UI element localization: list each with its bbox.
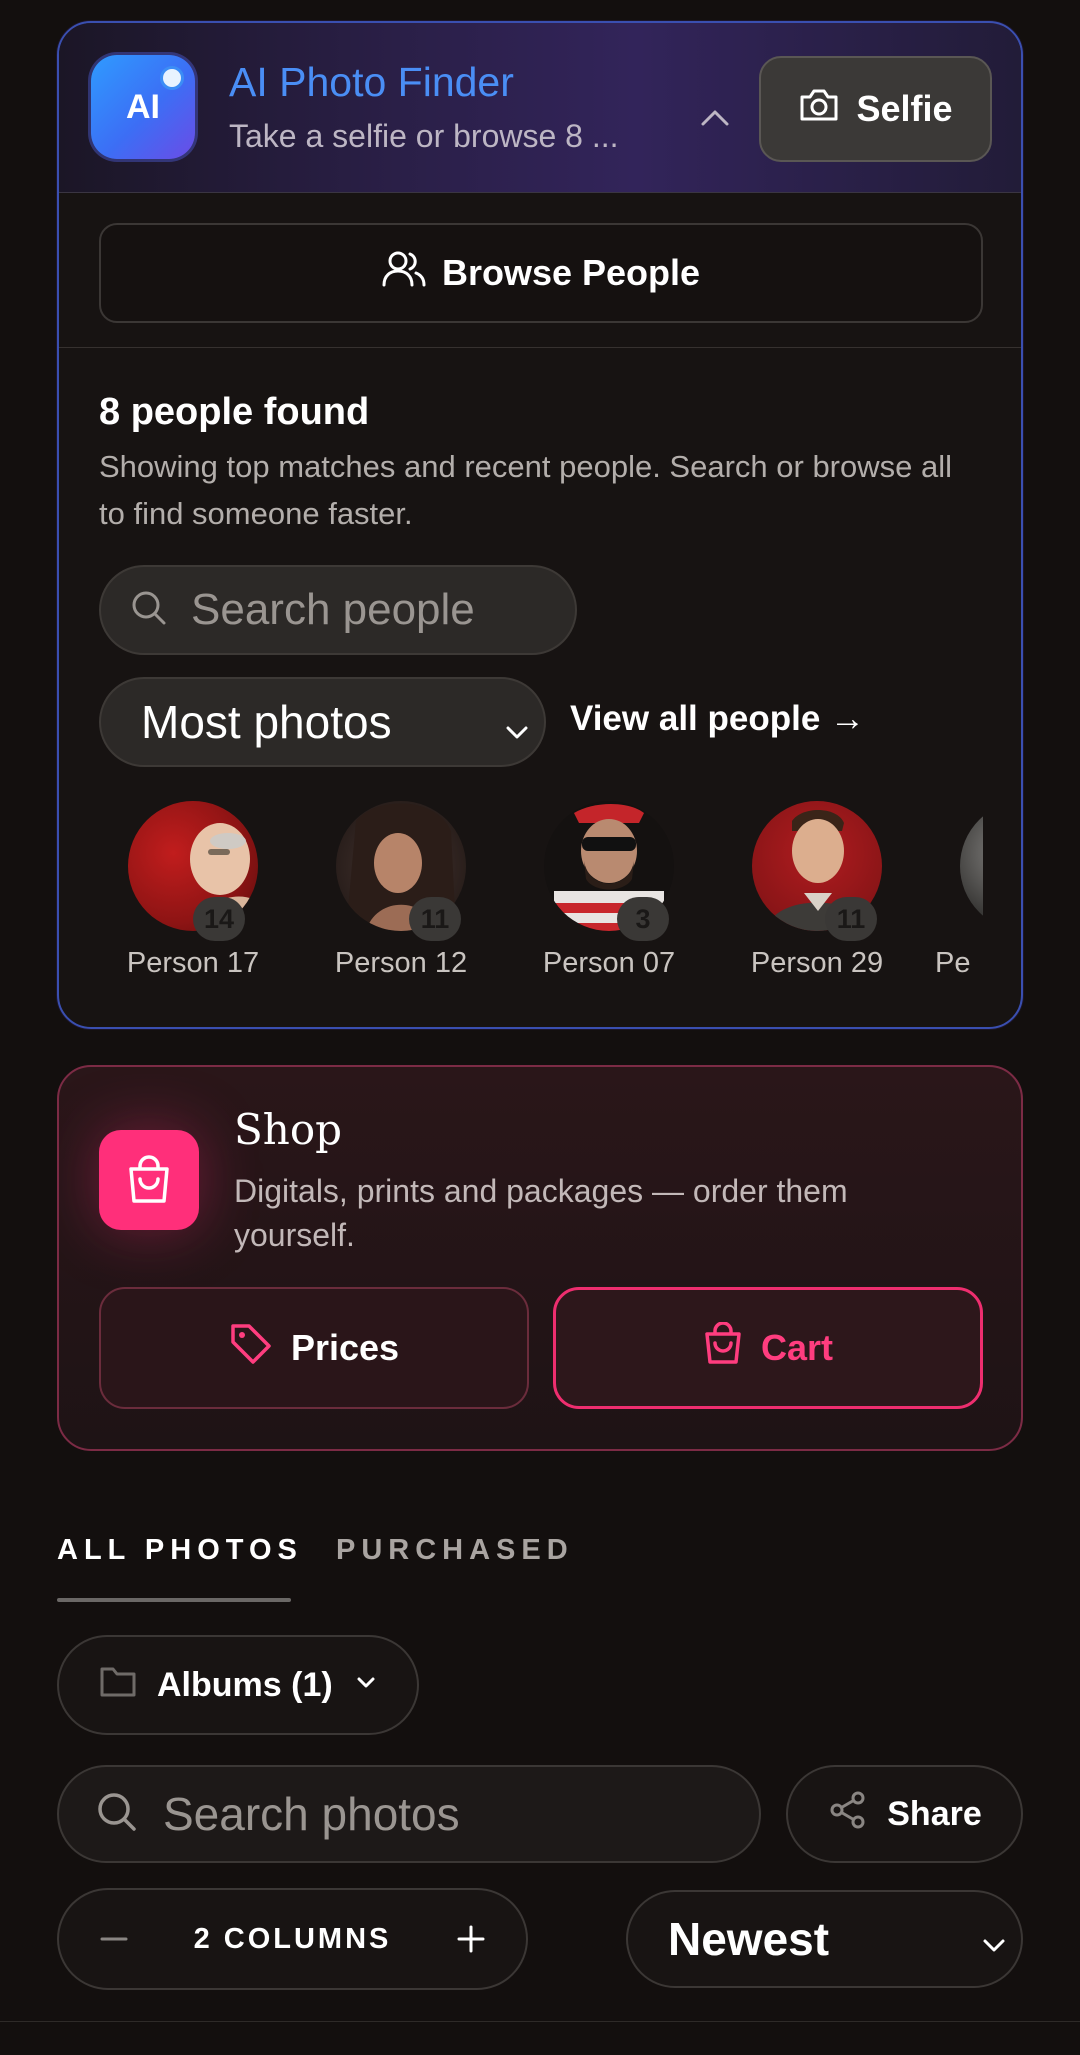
search-icon [129,588,169,633]
ai-finder-header[interactable]: AI AI Photo Finder Take a selfie or brow… [59,23,1021,193]
shopping-bag-icon [99,1130,199,1230]
people-sort-select[interactable]: Most photos [99,677,546,767]
photo-count-badge: 3 [617,897,669,941]
folder-icon [99,1664,137,1707]
selfie-button[interactable]: Selfie [759,56,992,162]
tab-all-photos[interactable]: ALL PHOTOS [57,1534,303,1567]
columns-stepper: 2 COLUMNS [57,1888,528,1990]
cart-button[interactable]: Cart [553,1287,983,1409]
cart-label: Cart [760,1327,834,1368]
share-icon [827,1789,869,1840]
tab-purchased[interactable]: PURCHASED [336,1534,574,1567]
person-item[interactable]: 11 Person 12 [311,801,491,980]
photo-order-select[interactable]: Newest [626,1890,1023,1988]
browse-people-label: Browse People [441,252,701,293]
view-all-people-link[interactable]: View all people → [570,699,865,739]
person-name: Person 07 [542,947,676,979]
collapse-chevron-up-icon[interactable] [691,93,739,141]
albums-label: Albums (1) [157,1665,333,1704]
divider [0,2021,1080,2022]
people-found-title: 8 people found [99,391,370,433]
albums-dropdown[interactable]: Albums (1) [57,1635,419,1735]
person-item[interactable]: 3 Person 07 [519,801,699,980]
chevron-down-icon [977,1920,1011,1974]
shop-description: Digitals, prints and packages — order th… [234,1173,848,1253]
ai-finder-title: AI Photo Finder [229,59,514,105]
people-sort-value: Most photos [141,696,392,748]
shop-title: Shop [234,1105,342,1154]
shopping-bag-icon [703,1320,743,1375]
people-icon [382,249,426,298]
person-name: Person 29 [750,947,884,979]
person-name: Person 17 [126,947,260,979]
search-icon [95,1790,139,1839]
photo-count-badge: 14 [193,897,245,941]
share-button[interactable]: Share [786,1765,1023,1863]
prices-label: Prices [290,1327,400,1368]
share-label: Share [887,1794,982,1833]
ai-photo-finder-card: AI AI Photo Finder Take a selfie or brow… [57,21,1023,1029]
ai-logo-text: AI [126,87,160,126]
people-search-input[interactable] [191,585,531,635]
selfie-label: Selfie [856,88,953,129]
person-name: Person 12 [334,947,468,979]
browse-people-button[interactable]: Browse People [99,223,983,323]
chevron-down-icon [353,1666,379,1705]
people-search-field[interactable] [99,565,577,655]
photo-count-badge: 11 [825,897,877,941]
people-found-description: Showing top matches and recent people. S… [99,449,952,531]
camera-icon [798,87,840,132]
photo-count-badge: 11 [409,897,461,941]
chevron-down-icon [500,707,534,761]
photo-order-value: Newest [668,1913,830,1965]
divider [59,347,1021,348]
person-avatar [960,801,983,931]
ai-logo: AI [91,55,195,159]
person-item[interactable]: 11 Person 29 [727,801,907,980]
tag-icon [229,1322,273,1375]
photo-search-input[interactable] [163,1787,723,1841]
plus-icon [455,1923,487,1960]
ai-finder-subtitle: Take a selfie or browse 8 ... [229,118,619,154]
person-item[interactable]: Pe [935,801,983,980]
status-dot-icon [163,69,181,87]
person-item[interactable]: 14 Person 17 [103,801,283,980]
shop-card: Shop Digitals, prints and packages — ord… [57,1065,1023,1451]
people-carousel: 14 Person 17 11 Person 12 3 Person 07 11… [99,801,983,1011]
prices-button[interactable]: Prices [99,1287,529,1409]
active-tab-indicator [57,1598,291,1602]
person-name: Pe [935,947,971,979]
photo-search-field[interactable] [57,1765,761,1863]
increase-columns-button[interactable] [446,1916,496,1966]
